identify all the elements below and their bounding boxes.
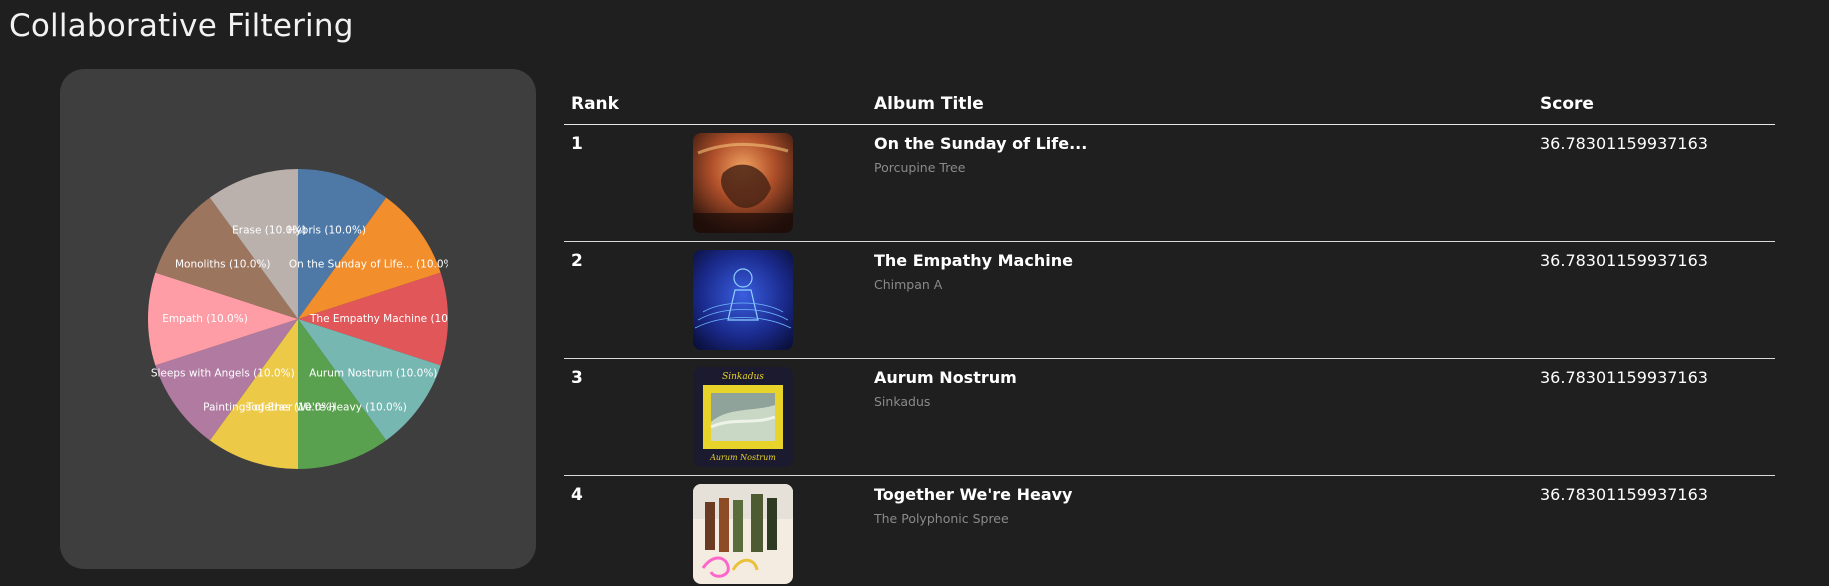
header-rank: Rank xyxy=(571,94,619,114)
header-album-title: Album Title xyxy=(874,94,984,114)
cover-text: Aurum Nostrum xyxy=(709,453,776,462)
pie-chart: Hybris (10.0%)On the Sunday of Life... (… xyxy=(148,169,472,469)
album-cover[interactable] xyxy=(693,133,793,233)
header-score: Score xyxy=(1540,94,1594,114)
album-cover[interactable]: Sinkadus Aurum Nostrum xyxy=(693,367,793,467)
artist-name: Sinkadus xyxy=(874,394,931,409)
pie-slice-label: Aurum Nostrum (10.0%) xyxy=(309,368,437,380)
artist-name: Chimpan A xyxy=(874,277,943,292)
album-cover[interactable] xyxy=(693,484,793,584)
artist-name: The Polyphonic Spree xyxy=(874,511,1009,526)
rank-value: 2 xyxy=(571,251,583,271)
table-row[interactable]: 4 Together We're Heavy The Polyphonic Sp… xyxy=(564,476,1775,584)
pie-slice-label: On the Sunday of Life... (10.0%) xyxy=(289,258,458,270)
pie-slice-label: Empath (10.0%) xyxy=(162,313,248,325)
album-title[interactable]: Together We're Heavy xyxy=(874,485,1072,504)
album-title[interactable]: On the Sunday of Life... xyxy=(874,134,1087,153)
album-cover[interactable] xyxy=(693,250,793,350)
artist-name: Porcupine Tree xyxy=(874,160,966,175)
table-row[interactable]: 1 On the Sunday of Life... Porcupine Tre… xyxy=(564,125,1775,242)
recommendations-table: Rank Album Title Score 1 On the Sunday o… xyxy=(564,86,1775,584)
pie-chart-card: Hybris (10.0%) On the Sunday of Life... (… xyxy=(60,69,536,569)
pie-slice-label: Monoliths (10.0%) xyxy=(175,258,271,270)
score-value: 36.78301159937163 xyxy=(1540,368,1708,387)
score-value: 36.78301159937163 xyxy=(1540,485,1708,504)
table-row[interactable]: 3 Sinkadus Aurum Nostrum Aurum Nostrum S… xyxy=(564,359,1775,476)
album-title[interactable]: The Empathy Machine xyxy=(874,251,1073,270)
table-header: Rank Album Title Score xyxy=(564,86,1775,125)
rank-value: 1 xyxy=(571,134,583,154)
pie-slice-label: Paintings of Eras (10.0%) xyxy=(203,401,335,413)
pie-slice-label: Erase (10.0%) xyxy=(232,225,306,237)
rank-value: 4 xyxy=(571,485,583,505)
rank-value: 3 xyxy=(571,368,583,388)
pie-slice-label: Sleeps with Angels (10.0%) xyxy=(151,368,295,380)
cover-text: Sinkadus xyxy=(722,372,764,382)
table-row[interactable]: 2 The Empathy Machine Chimpan A 36.78301… xyxy=(564,242,1775,359)
pie-slice-label: The Empathy Machine (10.0%) xyxy=(309,313,472,325)
album-title[interactable]: Aurum Nostrum xyxy=(874,368,1017,387)
score-value: 36.78301159937163 xyxy=(1540,134,1708,153)
page-title: Collaborative Filtering xyxy=(9,8,354,44)
score-value: 36.78301159937163 xyxy=(1540,251,1708,270)
